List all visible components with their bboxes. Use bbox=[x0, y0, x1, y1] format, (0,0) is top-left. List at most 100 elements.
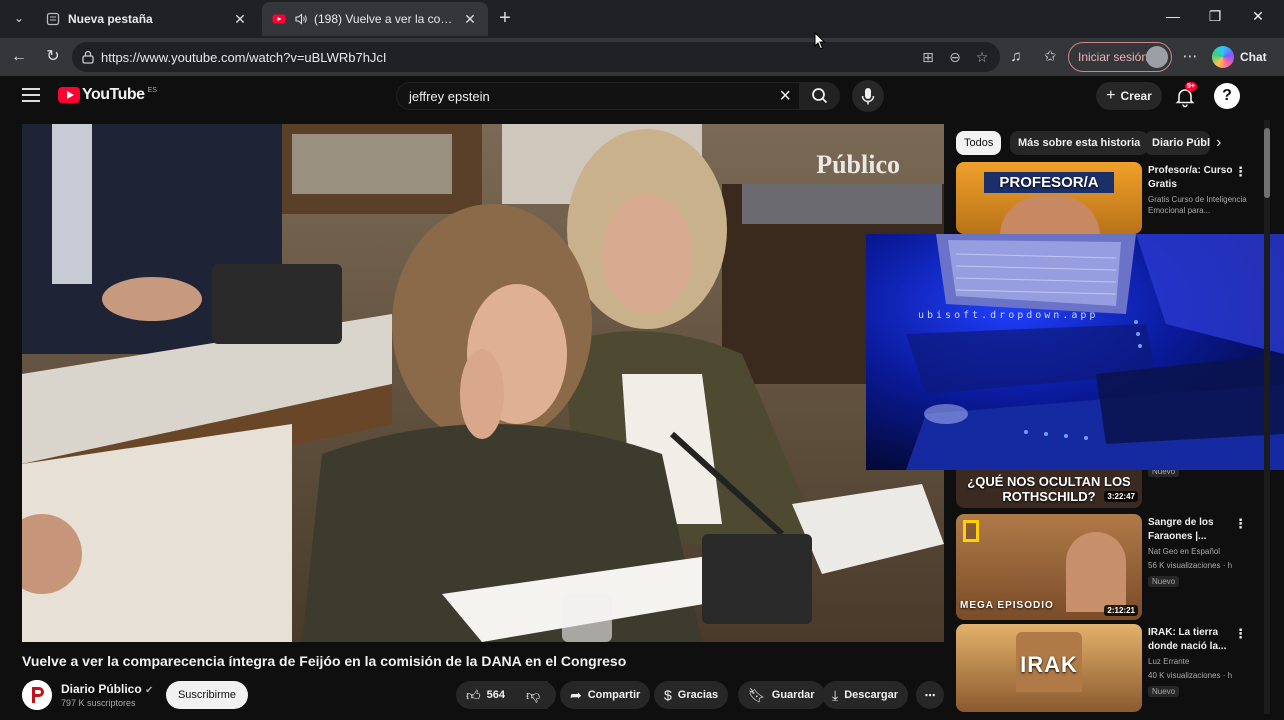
rec-views: 56 K visualizaciones · h bbox=[1148, 561, 1233, 570]
rec-views: 40 K visualizaciones · h bbox=[1148, 671, 1233, 680]
voice-search-button[interactable] bbox=[852, 80, 884, 112]
rec-channel: Luz Errante bbox=[1148, 657, 1190, 666]
more-vertical-icon[interactable]: ⋮ bbox=[1234, 164, 1247, 180]
channel-name[interactable]: Diario Público ✔ bbox=[61, 682, 153, 696]
tab-youtube[interactable]: (198) Vuelve a ver la comparecencia ínte… bbox=[262, 2, 488, 36]
clear-search-icon[interactable]: × bbox=[779, 85, 791, 108]
site-info-icon[interactable] bbox=[82, 50, 94, 64]
subscriber-count: 797 K suscriptores bbox=[61, 698, 136, 708]
thanks-label: Gracias bbox=[677, 689, 719, 701]
copilot-chat-button[interactable]: Chat bbox=[1208, 42, 1274, 72]
youtube-play-icon bbox=[58, 87, 80, 103]
create-button[interactable]: + Crear bbox=[1096, 82, 1162, 110]
more-vertical-icon[interactable]: ⋮ bbox=[1234, 516, 1247, 532]
share-button[interactable]: ➦ Compartir bbox=[560, 681, 651, 709]
rec-meta: Gratis Curso de Inteligencia Emocional p… bbox=[1148, 195, 1247, 215]
more-options-icon[interactable]: ⋯ bbox=[1180, 47, 1200, 67]
rec-title: IRAK: La tierra donde nació la... bbox=[1148, 627, 1227, 652]
floating-video-overlay[interactable]: ubisoft.dropdown.app bbox=[866, 234, 1284, 470]
search-query: jeffrey epstein bbox=[409, 89, 490, 104]
url-text: https://www.youtube.com/watch?v=uBLWRb7h… bbox=[101, 50, 387, 65]
back-arrow-icon[interactable]: ← bbox=[8, 46, 30, 68]
tab-new-tab[interactable]: Nueva pestaña ✕ bbox=[36, 2, 258, 36]
nat-geo-icon bbox=[963, 520, 979, 542]
youtube-logo[interactable]: YouTube ES bbox=[58, 86, 157, 104]
chip-diario-publico[interactable]: Diario Públ bbox=[1144, 131, 1210, 155]
favorites-icon[interactable]: ✩ bbox=[1040, 47, 1060, 67]
page-icon bbox=[46, 12, 60, 26]
more-actions-button[interactable]: ⋯ bbox=[916, 681, 944, 709]
logo-region: ES bbox=[147, 86, 157, 94]
subscribe-button[interactable]: Suscribirme bbox=[166, 681, 248, 709]
new-badge: Nuevo bbox=[1148, 576, 1180, 587]
address-bar[interactable]: https://www.youtube.com/watch?v=uBLWRb7h… bbox=[72, 42, 1000, 72]
tab-title: (198) Vuelve a ver la comparecencia ínte… bbox=[314, 12, 462, 26]
new-tab-button[interactable]: + bbox=[494, 8, 516, 30]
thumbnail-text: PROFESOR/A bbox=[984, 172, 1114, 193]
thumbs-down-icon: 👎︎ bbox=[526, 686, 541, 703]
tab-title: Nueva pestaña bbox=[68, 12, 153, 26]
video-duration: 3:22:47 bbox=[1104, 491, 1138, 502]
scrollbar-thumb[interactable] bbox=[1264, 128, 1270, 198]
copilot-icon bbox=[1212, 46, 1234, 68]
chat-label: Chat bbox=[1240, 50, 1267, 64]
account-avatar[interactable]: ? bbox=[1214, 83, 1240, 109]
more-horizontal-icon: ⋯ bbox=[924, 689, 936, 702]
profile-avatar-icon bbox=[1146, 46, 1168, 68]
page-scrollbar[interactable] bbox=[1262, 120, 1272, 714]
restore-icon[interactable]: ❐ bbox=[1200, 8, 1230, 30]
browser-toolbar: ← ↻ https://www.youtube.com/watch?v=uBLW… bbox=[0, 38, 1284, 76]
chevron-right-icon[interactable]: › bbox=[1216, 134, 1221, 152]
menu-icon[interactable] bbox=[22, 88, 40, 102]
verified-icon: ✔ bbox=[145, 685, 154, 696]
signin-label: Iniciar sesión bbox=[1078, 50, 1149, 64]
thumbnail-text: IRAK bbox=[1020, 652, 1078, 677]
channel-row: Diario Público ✔ 797 K suscriptores Susc… bbox=[22, 678, 944, 712]
notification-count-badge: 9+ bbox=[1185, 82, 1197, 91]
app-available-icon[interactable]: ⊞ bbox=[920, 49, 936, 65]
filter-chips: Todos Más sobre esta historia Diario Púb… bbox=[956, 130, 1236, 156]
video-thumbnail: IRAK bbox=[956, 624, 1142, 712]
share-arrow-icon: ➦ bbox=[570, 686, 582, 703]
notifications-button[interactable]: 9+ bbox=[1174, 82, 1197, 108]
video-duration: 2:12:21 bbox=[1104, 605, 1138, 616]
save-button[interactable]: 🔖︎ Guardar bbox=[738, 681, 825, 709]
zoom-icon[interactable]: ⊖ bbox=[947, 49, 963, 65]
chip-more-story[interactable]: Más sobre esta historia bbox=[1010, 131, 1149, 155]
video-player[interactable]: Público bbox=[22, 124, 944, 642]
chip-todos[interactable]: Todos bbox=[956, 131, 1002, 155]
save-label: Guardar bbox=[771, 689, 815, 701]
speaker-icon[interactable] bbox=[294, 12, 308, 26]
channel-watermark: Público bbox=[816, 150, 900, 179]
reload-icon[interactable]: ↻ bbox=[42, 46, 64, 68]
recommendation-item[interactable]: PROFESOR/A Profesor/a: Curso Gratis Grat… bbox=[956, 162, 1256, 234]
search-button[interactable] bbox=[800, 82, 840, 110]
close-tab-icon[interactable]: ✕ bbox=[462, 11, 478, 28]
search-input[interactable]: jeffrey epstein × bbox=[396, 82, 800, 110]
more-vertical-icon[interactable]: ⋮ bbox=[1234, 626, 1247, 642]
favorite-star-icon[interactable]: ☆ bbox=[974, 49, 990, 65]
dislike-button[interactable]: 👎︎ bbox=[514, 681, 556, 709]
overlay-caption: ubisoft.dropdown.app bbox=[918, 310, 1099, 321]
logo-text: YouTube bbox=[82, 86, 145, 103]
recommendation-item[interactable]: MEGA EPISODIO 2:12:21 Sangre de los Fara… bbox=[956, 514, 1256, 620]
channel-name-text: Diario Público bbox=[61, 682, 142, 696]
download-button[interactable]: ⤓ Descargar bbox=[822, 681, 909, 709]
minimize-icon[interactable]: — bbox=[1158, 8, 1188, 30]
search-icon bbox=[812, 88, 828, 104]
channel-avatar[interactable] bbox=[22, 680, 52, 710]
media-control-icon[interactable]: ♫ bbox=[1006, 47, 1026, 67]
share-label: Compartir bbox=[587, 689, 641, 701]
tab-search-button[interactable]: ⌄ bbox=[8, 7, 30, 29]
thumbs-up-icon: 👍︎ bbox=[466, 686, 481, 703]
thanks-button[interactable]: $ Gracias bbox=[654, 681, 729, 709]
video-title: Vuelve a ver la comparecencia íntegra de… bbox=[22, 653, 627, 669]
recommendation-item[interactable]: IRAK IRAK: La tierra donde nació la... L… bbox=[956, 624, 1256, 712]
mouse-cursor-icon bbox=[814, 32, 826, 50]
signin-button[interactable]: Iniciar sesión bbox=[1068, 42, 1172, 72]
close-window-icon[interactable]: ✕ bbox=[1243, 8, 1273, 30]
rec-title: Sangre de los Faraones |... bbox=[1148, 517, 1214, 542]
super-thanks-icon: $ bbox=[664, 687, 672, 703]
video-frame bbox=[22, 124, 944, 642]
close-tab-icon[interactable]: ✕ bbox=[232, 11, 248, 28]
